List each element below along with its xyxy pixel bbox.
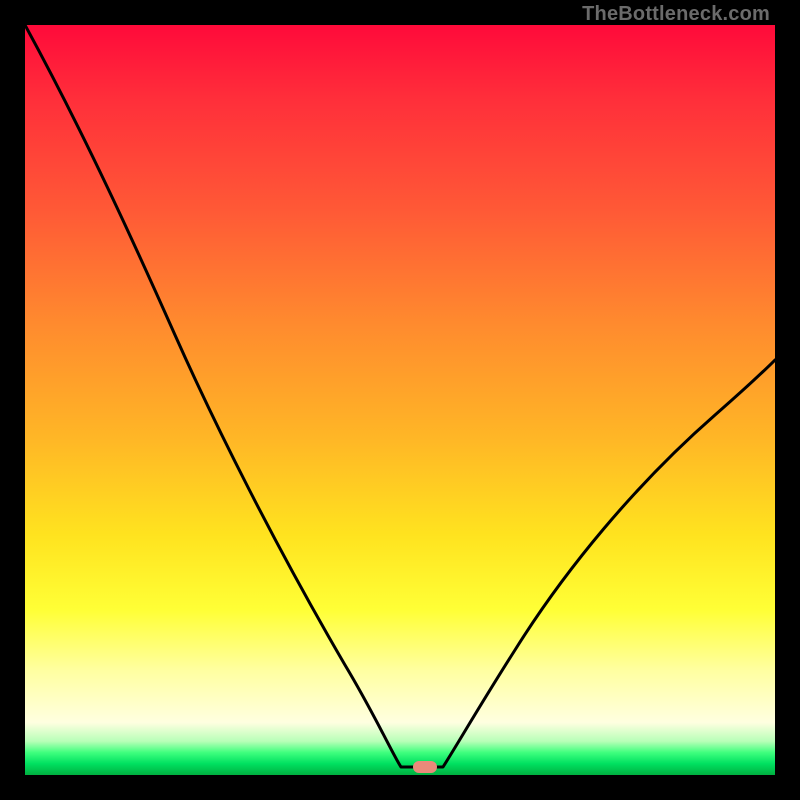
bottleneck-curve (25, 25, 775, 775)
curve-path (25, 25, 775, 767)
optimum-marker (413, 761, 437, 773)
chart-frame: TheBottleneck.com (0, 0, 800, 800)
plot-area (25, 25, 775, 775)
watermark-label: TheBottleneck.com (582, 3, 770, 26)
